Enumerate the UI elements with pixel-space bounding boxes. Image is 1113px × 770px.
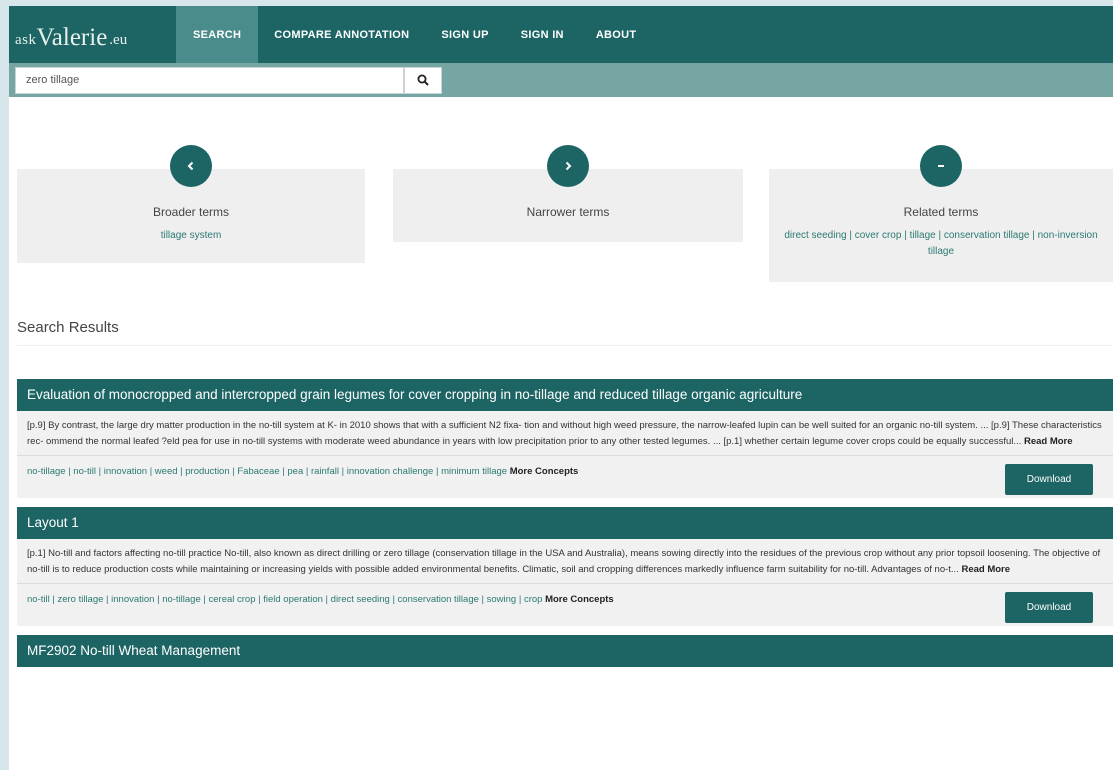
result-footer: no-till | zero tillage | innovation | no… (17, 584, 1113, 626)
minus-icon (938, 165, 944, 167)
terms-section: Broader terms tillage system Narrower te… (9, 97, 1113, 346)
page-frame: ask Valerie .eu SEARCH COMPARE ANNOTATIO… (9, 6, 1113, 770)
broader-terms-links[interactable]: tillage system (17, 228, 365, 244)
result-snippet-text: [p.1] No-till and factors affecting no-t… (27, 548, 1101, 575)
chevron-right-icon (565, 161, 572, 171)
read-more-link[interactable]: Read More (961, 564, 1010, 575)
broader-terms-title: Broader terms (152, 205, 230, 219)
result-item: Evaluation of monocropped and intercropp… (17, 379, 1113, 498)
search-bar (9, 63, 1113, 97)
search-input[interactable] (15, 66, 404, 94)
top-navbar: ask Valerie .eu SEARCH COMPARE ANNOTATIO… (9, 6, 1113, 63)
concept-links[interactable]: no-till | zero tillage | innovation | no… (27, 594, 542, 605)
broader-terms-button[interactable] (170, 145, 212, 187)
related-terms-card: Related terms direct seeding | cover cro… (769, 145, 1113, 282)
result-snippet-text: [p.9] By contrast, the large dry matter … (27, 420, 1102, 447)
download-button[interactable]: Download (1005, 464, 1093, 495)
read-more-link[interactable]: Read More (1024, 436, 1073, 447)
related-terms-title: Related terms (903, 205, 979, 219)
result-snippet: [p.1] No-till and factors affecting no-t… (17, 539, 1113, 584)
search-bar-fill (442, 63, 1113, 97)
download-button[interactable]: Download (1005, 592, 1093, 623)
search-button[interactable] (404, 66, 442, 94)
chevron-left-icon (187, 161, 194, 171)
narrower-terms-title: Narrower terms (526, 205, 610, 219)
nav-sign-in[interactable]: SIGN IN (505, 6, 580, 63)
more-concepts-link[interactable]: More Concepts (545, 594, 614, 605)
nav-compare-annotation[interactable]: COMPARE ANNOTATION (258, 6, 425, 63)
search-icon (417, 74, 429, 86)
narrower-terms-card: Narrower terms (393, 145, 743, 242)
nav-search[interactable]: SEARCH (176, 6, 259, 63)
result-title[interactable]: Evaluation of monocropped and intercropp… (17, 379, 1113, 411)
concept-links[interactable]: no-tillage | no-till | innovation | weed… (27, 466, 507, 477)
logo-name: Valerie (36, 24, 108, 51)
search-results-heading: Search Results (17, 319, 119, 336)
logo-suffix: .eu (109, 32, 128, 48)
results-list: Evaluation of monocropped and intercropp… (17, 379, 1113, 676)
result-item: Layout 1 [p.1] No-till and factors affec… (17, 507, 1113, 626)
related-terms-button[interactable] (920, 145, 962, 187)
broader-terms-card: Broader terms tillage system (17, 145, 365, 263)
nav-about[interactable]: ABOUT (580, 6, 653, 63)
result-concepts: no-till | zero tillage | innovation | no… (27, 592, 887, 607)
logo[interactable]: ask Valerie .eu (9, 6, 176, 63)
divider (17, 345, 1113, 346)
narrower-terms-button[interactable] (547, 145, 589, 187)
result-footer: no-tillage | no-till | innovation | weed… (17, 456, 1113, 498)
result-title[interactable]: MF2902 No-till Wheat Management (17, 635, 1113, 667)
result-concepts: no-tillage | no-till | innovation | weed… (27, 464, 887, 479)
logo-prefix: ask (15, 32, 37, 48)
result-snippet: [p.9] By contrast, the large dry matter … (17, 411, 1113, 456)
related-terms-links[interactable]: direct seeding | cover crop | tillage | … (769, 228, 1113, 260)
result-item: MF2902 No-till Wheat Management (17, 635, 1113, 667)
result-title[interactable]: Layout 1 (17, 507, 1113, 539)
more-concepts-link[interactable]: More Concepts (510, 466, 579, 477)
nav-sign-up[interactable]: SIGN UP (425, 6, 504, 63)
